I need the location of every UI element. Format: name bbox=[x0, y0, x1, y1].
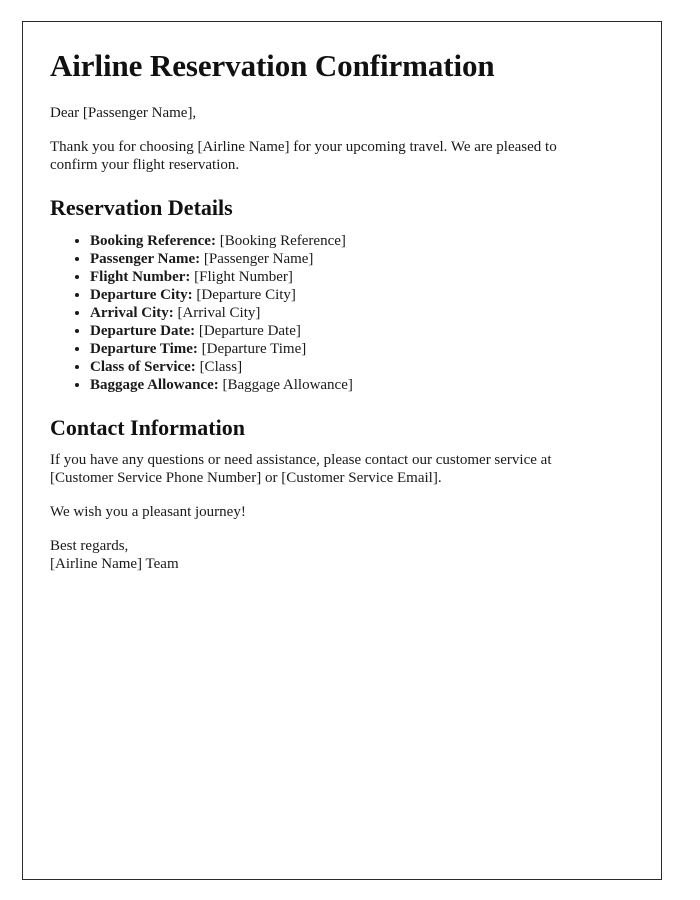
detail-label: Flight Number: bbox=[90, 269, 191, 286]
detail-label: Departure Time: bbox=[90, 341, 198, 358]
page-title: Airline Reservation Confirmation bbox=[50, 48, 495, 83]
list-item: Passenger Name: [Passenger Name] bbox=[90, 250, 634, 268]
detail-label: Arrival City: bbox=[90, 305, 174, 322]
detail-value: [Flight Number] bbox=[194, 269, 293, 286]
contact-paragraph: If you have any questions or need assist… bbox=[50, 452, 552, 486]
contact-information-heading: Contact Information bbox=[50, 415, 245, 441]
list-item: Baggage Allowance: [Baggage Allowance] bbox=[90, 376, 634, 394]
document-body: Airline Reservation Confirmation Dear [P… bbox=[23, 22, 661, 573]
list-item: Class of Service: [Class] bbox=[90, 358, 634, 376]
detail-label: Departure City: bbox=[90, 287, 193, 304]
reservation-details-heading: Reservation Details bbox=[50, 195, 233, 221]
intro-paragraph: Thank you for choosing [Airline Name] fo… bbox=[50, 139, 557, 173]
list-item: Departure Time: [Departure Time] bbox=[90, 340, 634, 358]
document-page: Airline Reservation Confirmation Dear [P… bbox=[22, 21, 662, 880]
list-item: Departure City: [Departure City] bbox=[90, 286, 634, 304]
closing-wish-text: We wish you a pleasant journey! bbox=[50, 504, 246, 521]
detail-value: [Departure Time] bbox=[201, 341, 307, 358]
list-item: Booking Reference: [Booking Reference] bbox=[90, 232, 634, 250]
list-item: Arrival City: [Arrival City] bbox=[90, 304, 634, 322]
detail-value: [Passenger Name] bbox=[203, 251, 314, 268]
detail-label: Class of Service: bbox=[90, 359, 196, 376]
signoff-line-1: Best regards, bbox=[50, 538, 129, 555]
detail-value: [Baggage Allowance] bbox=[222, 377, 353, 394]
detail-value: [Booking Reference] bbox=[219, 233, 346, 250]
detail-label: Departure Date: bbox=[90, 323, 196, 340]
detail-value: [Arrival City] bbox=[177, 305, 261, 322]
detail-label: Baggage Allowance: bbox=[90, 377, 219, 394]
signoff-block: Best regards, [Airline Name] Team bbox=[50, 537, 634, 573]
salutation-text: Dear [Passenger Name], bbox=[50, 104, 197, 121]
detail-value: [Class] bbox=[199, 359, 243, 376]
list-item: Departure Date: [Departure Date] bbox=[90, 322, 634, 340]
reservation-details-list: Booking Reference: [Booking Reference] P… bbox=[50, 232, 634, 394]
detail-value: [Departure Date] bbox=[198, 323, 301, 340]
detail-label: Passenger Name: bbox=[90, 251, 201, 268]
detail-value: [Departure City] bbox=[196, 287, 296, 304]
detail-label: Booking Reference: bbox=[90, 233, 216, 250]
signoff-line-2: [Airline Name] Team bbox=[50, 556, 179, 573]
list-item: Flight Number: [Flight Number] bbox=[90, 268, 634, 286]
